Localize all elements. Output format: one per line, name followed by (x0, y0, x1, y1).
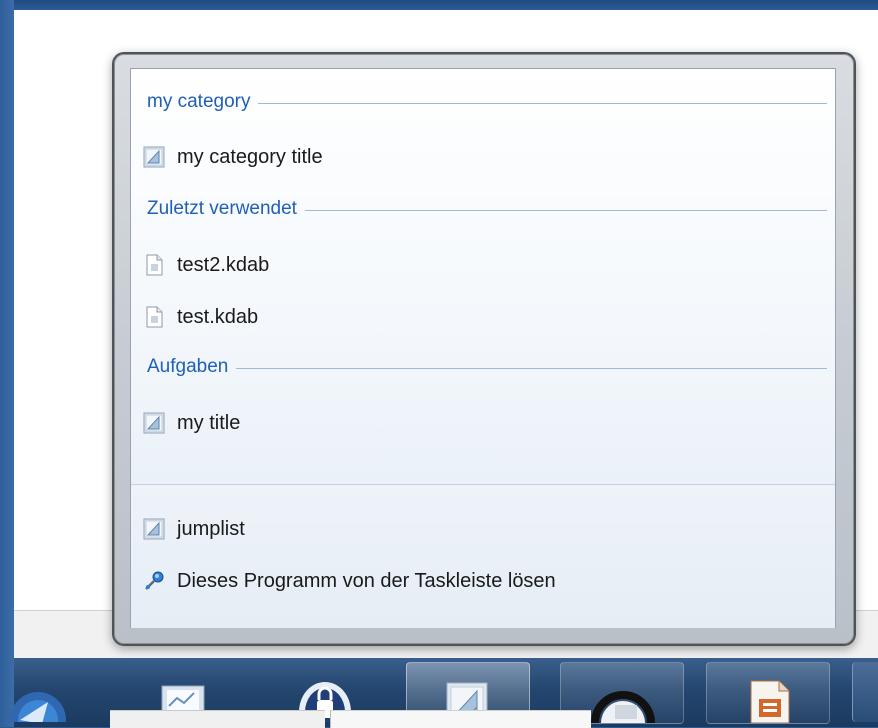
category-title: Zuletzt verwendet (147, 198, 297, 219)
document-icon (146, 254, 163, 276)
jumplist-item-test2[interactable]: test2.kdab (143, 249, 813, 281)
jumplist-app-launch[interactable]: jumplist (143, 513, 813, 545)
item-label: Dieses Programm von der Taskleiste lösen (177, 569, 556, 592)
app-icon (143, 146, 165, 168)
jumplist-items: my category my category title Zuletzt ve… (131, 69, 835, 484)
jumplist-item-my-title[interactable]: my title (143, 407, 813, 439)
unpin-from-taskbar[interactable]: Dieses Programm von der Taskleiste lösen (143, 565, 813, 597)
item-label: test2.kdab (177, 253, 270, 276)
jumplist-footer: jumplist Dieses Programm von der Tasklei… (131, 484, 835, 628)
app-icon (143, 412, 165, 434)
item-label: my title (177, 411, 241, 434)
taskbar-thumbnail-edge-2 (330, 710, 591, 728)
item-label: jumplist (177, 517, 245, 540)
jumplist-panel: my category my category title Zuletzt ve… (130, 68, 836, 628)
category-title: Aufgaben (147, 356, 229, 377)
show-desktop-button[interactable] (852, 662, 878, 722)
category-header-tasks: Aufgaben (147, 355, 827, 379)
category-title: my category (147, 91, 251, 112)
category-divider (304, 209, 827, 211)
category-divider (236, 367, 827, 369)
jumplist-item-test[interactable]: test.kdab (143, 301, 813, 333)
desktop-background (0, 0, 14, 727)
item-label: my category title (177, 145, 323, 168)
category-header-recent: Zuletzt verwendet (147, 197, 827, 221)
taskbar-button-thunderbird[interactable] (0, 662, 100, 722)
thunderbird-icon (10, 692, 66, 722)
jumplist-item-my-category-title[interactable]: my category title (143, 141, 813, 173)
unpin-icon (145, 571, 164, 590)
item-label: test.kdab (177, 305, 259, 328)
taskbar-button-impress[interactable] (706, 662, 830, 724)
window-titlebar-strip (14, 0, 878, 10)
app-icon (143, 518, 165, 540)
category-divider (258, 102, 827, 104)
impress-icon (750, 680, 790, 723)
document-icon (146, 306, 163, 328)
taskbar-thumbnail-edge (110, 710, 325, 728)
category-header-my-category: my category (147, 90, 827, 114)
